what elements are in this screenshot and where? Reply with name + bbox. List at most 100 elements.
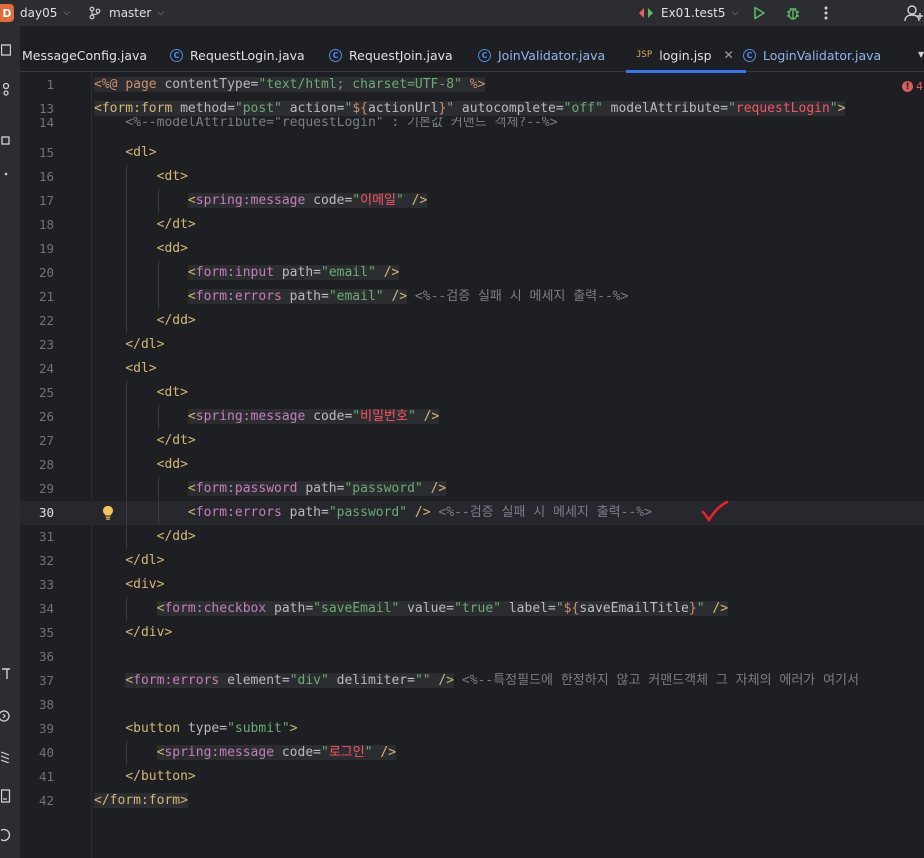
- line-number: 35: [38, 625, 54, 640]
- more-actions-button[interactable]: [816, 3, 836, 23]
- code-line[interactable]: 18 </dt>: [0, 213, 904, 237]
- code-line[interactable]: 24 <dl>: [0, 357, 904, 381]
- add-user-button[interactable]: [904, 3, 924, 23]
- code-line[interactable]: 17 <spring:message code="이메일" />: [0, 189, 904, 213]
- branch-selector[interactable]: master ⌵: [88, 0, 164, 26]
- code-text: <form:input path="email" />: [187, 265, 400, 280]
- code-line[interactable]: 25 <dt>: [0, 381, 904, 405]
- code-line[interactable]: 38: [0, 693, 904, 717]
- code-text: <dt>: [156, 169, 188, 184]
- code-text: </dl>: [125, 337, 165, 352]
- code-line[interactable]: 41 </button>: [0, 765, 904, 789]
- tab-label: RequestJoin.java: [349, 47, 453, 63]
- code-line[interactable]: 39 <button type="submit">: [0, 717, 904, 741]
- code-text: <form:errors path="email" /> <%--검증 실패 시…: [187, 289, 629, 304]
- code-text: </button>: [125, 769, 196, 784]
- code-line[interactable]: 23 </dl>: [0, 333, 904, 357]
- code-line-current[interactable]: 30 <form:errors path="password" /> <%--검…: [0, 501, 904, 525]
- problems-tool-button[interactable]: [0, 828, 12, 842]
- project-selector[interactable]: D day05 ⌵: [0, 0, 70, 26]
- line-number: 41: [38, 769, 54, 784]
- code-line[interactable]: 33 <div>: [0, 573, 904, 597]
- code-line[interactable]: 1 <%@ page contentType="text/html; chars…: [0, 73, 904, 97]
- line-number: 17: [38, 193, 54, 208]
- line-number: 16: [38, 169, 54, 184]
- code-line[interactable]: 28 <dd>: [0, 453, 904, 477]
- line-number: 20: [38, 265, 54, 280]
- code-line[interactable]: 21 <form:errors path="email" /> <%--검증 실…: [0, 285, 904, 309]
- code-line[interactable]: 27 </dt>: [0, 429, 904, 453]
- code-line[interactable]: 40 <spring:message code="로그인" />: [0, 741, 904, 765]
- code-line[interactable]: 20 <form:input path="email" />: [0, 261, 904, 285]
- jsp-file-icon: JSP: [636, 50, 653, 60]
- title-bar: D day05 ⌵ master ⌵ Ex01.test5 ⌵: [0, 0, 924, 26]
- project-tool-button[interactable]: [0, 44, 12, 56]
- line-number: 37: [38, 673, 54, 688]
- code-line[interactable]: 29 <form:password path="password" />: [0, 477, 904, 501]
- tab-login-validator[interactable]: C LoginValidator.java: [743, 38, 881, 72]
- line-number: 18: [38, 217, 54, 232]
- code-text: <form:password path="password" />: [187, 481, 447, 496]
- code-text: <spring:message code="비밀번호" />: [187, 409, 440, 424]
- code-line[interactable]: 16 <dt>: [0, 165, 904, 189]
- tabs-overflow-icon[interactable]: ▼: [918, 50, 924, 59]
- debug-button[interactable]: [783, 3, 803, 23]
- line-number: 42: [38, 793, 54, 808]
- run-config-name: Ex01.test5: [661, 6, 726, 20]
- line-number: 29: [38, 481, 54, 496]
- code-line[interactable]: 42 </form:form>: [0, 789, 904, 813]
- line-number: 31: [38, 529, 54, 544]
- tab-request-login[interactable]: C RequestLogin.java: [170, 38, 305, 72]
- tab-label: MessageConfig.java: [22, 47, 148, 63]
- close-icon[interactable]: ✕: [724, 48, 734, 62]
- editor-tabs: MessageConfig.java C RequestLogin.java C…: [20, 38, 924, 73]
- code-line[interactable]: 26 <spring:message code="비밀번호" />: [0, 405, 904, 429]
- line-number: 38: [38, 697, 54, 712]
- code-text: </form:form>: [94, 793, 188, 808]
- line-number: 25: [38, 385, 54, 400]
- git-branch-icon: [89, 6, 101, 20]
- code-line[interactable]: 15 <dl>: [0, 141, 904, 165]
- problems-indicator[interactable]: ! 4: [902, 80, 923, 93]
- line-number: 15: [38, 145, 54, 160]
- java-class-icon: C: [478, 48, 491, 62]
- line-number: 23: [38, 337, 54, 352]
- problems-count: 4: [916, 80, 923, 93]
- java-class-icon: C: [329, 48, 342, 62]
- run-button[interactable]: [749, 3, 769, 23]
- line-number: 26: [38, 409, 54, 424]
- chevron-down-icon: ⌵: [157, 8, 165, 18]
- project-name: day05: [20, 6, 58, 20]
- tab-message-config[interactable]: MessageConfig.java: [22, 38, 147, 72]
- code-line[interactable]: 37 <form:errors element="div" delimiter=…: [0, 669, 904, 693]
- code-line[interactable]: 31 </dd>: [0, 525, 904, 549]
- chevron-down-icon: ⌵: [731, 8, 739, 18]
- line-number: 27: [38, 433, 54, 448]
- code-line[interactable]: 22 </dd>: [0, 309, 904, 333]
- code-text: <form:checkbox path="saveEmail" value="t…: [156, 601, 729, 616]
- chevron-down-icon: ⌵: [63, 8, 71, 18]
- code-text: <div>: [125, 577, 165, 592]
- code-line[interactable]: 14 <%--modelAttribute="requestLogin" : 기…: [0, 117, 904, 137]
- java-class-icon: C: [170, 48, 183, 62]
- code-line[interactable]: 36: [0, 645, 904, 669]
- tab-request-join[interactable]: C RequestJoin.java: [329, 38, 453, 72]
- code-text: <dl>: [125, 361, 157, 376]
- tab-label: RequestLogin.java: [190, 47, 305, 63]
- add-user-icon: [904, 5, 923, 22]
- info-circle-icon: [1, 828, 11, 842]
- code-text: <spring:message code="로그인" />: [156, 745, 397, 760]
- tab-login-jsp[interactable]: JSP login.jsp ✕: [626, 38, 746, 73]
- code-line[interactable]: 32 </dl>: [0, 549, 904, 573]
- code-line[interactable]: 34 <form:checkbox path="saveEmail" value…: [0, 597, 904, 621]
- code-text: <spring:message code="이메일" />: [187, 193, 428, 208]
- line-number: 33: [38, 577, 54, 592]
- line-number: 40: [38, 745, 54, 760]
- code-line[interactable]: 19 <dd>: [0, 237, 904, 261]
- line-number: 39: [38, 721, 54, 736]
- tab-join-validator[interactable]: C JoinValidator.java: [478, 38, 605, 72]
- code-line[interactable]: 35 </div>: [0, 621, 904, 645]
- checkmark-annotation-icon: [701, 500, 729, 522]
- lightbulb-icon[interactable]: [101, 505, 115, 521]
- run-config-selector[interactable]: Ex01.test5 ⌵: [637, 0, 738, 26]
